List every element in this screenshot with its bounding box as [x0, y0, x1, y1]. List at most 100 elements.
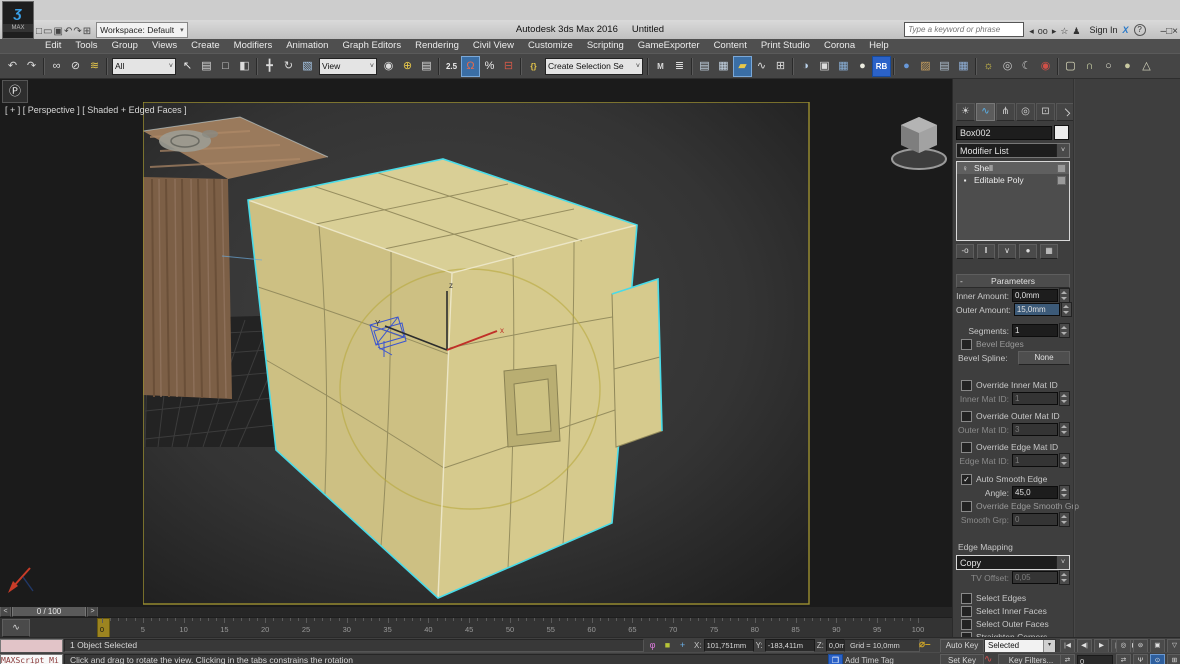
unlink-selection-icon[interactable]: ⊘ [66, 56, 85, 77]
select-and-scale-icon[interactable]: ▧ [298, 56, 317, 77]
snaps-toggle-2-5-icon[interactable]: 2.5 [442, 56, 461, 77]
menu-print-studio[interactable]: Print Studio [754, 39, 817, 53]
spinner-control[interactable] [1059, 485, 1070, 500]
checkbox-box[interactable] [961, 606, 972, 617]
spinner-snap-toggle-icon[interactable]: ⊟ [499, 56, 518, 77]
mirror-icon[interactable]: M [651, 56, 670, 77]
bind-to-space-warp-icon[interactable]: ≋ [85, 56, 104, 77]
selection-filter-dropdown[interactable]: All˅ [112, 58, 176, 75]
checkbox-box[interactable] [961, 411, 972, 422]
x-coordinate-field[interactable]: 101,751mm [704, 639, 754, 652]
checkbox-box[interactable] [961, 593, 972, 604]
menu-views[interactable]: Views [145, 39, 184, 53]
tab-modify[interactable]: ∿ [976, 103, 995, 121]
menu-gameexporter[interactable]: GameExporter [631, 39, 707, 53]
camera-icon[interactable]: ◎ [998, 56, 1017, 77]
add-time-tag[interactable]: Add Time Tag [845, 654, 925, 664]
table-pane-icon[interactable]: ▦ [954, 56, 973, 77]
current-frame-field[interactable]: 0 [1077, 655, 1113, 664]
spinner-control[interactable] [1059, 391, 1070, 406]
search-input[interactable] [904, 22, 1024, 37]
new-scene-button[interactable]: □ [36, 26, 42, 37]
redo-button[interactable]: ↷ [73, 26, 81, 37]
corona-dome-icon[interactable]: ∩ [1080, 56, 1099, 77]
zoom-extents-icon[interactable]: ▣ [1150, 639, 1165, 653]
edge-mapping-dropdown[interactable]: Copy˅ [956, 555, 1070, 570]
select-object-icon[interactable]: ↖ [178, 56, 197, 77]
corona-sphere-icon[interactable]: ○ [1099, 56, 1118, 77]
undo-icon[interactable]: ↶ [3, 56, 22, 77]
use-pivot-point-center-icon[interactable]: ◉ [379, 56, 398, 77]
save-file-button[interactable]: ▣ [54, 26, 63, 37]
orbit-icon[interactable]: ⊙ [1150, 654, 1165, 664]
menu-help[interactable]: Help [862, 39, 896, 53]
edit-named-selection-sets-icon[interactable]: {} [524, 56, 543, 77]
percent-snap-toggle-icon[interactable]: % [480, 56, 499, 77]
new-key-curve-icon[interactable]: ∿ [984, 654, 992, 664]
pan-view-icon[interactable]: Ψ [1133, 654, 1148, 664]
menu-rendering[interactable]: Rendering [408, 39, 466, 53]
bevel-spline-button[interactable]: None [1018, 351, 1070, 365]
spinner-control[interactable] [1059, 422, 1070, 437]
curve-editor-icon[interactable]: ∿ [752, 56, 771, 77]
value-field[interactable]: 3 [1012, 423, 1058, 436]
select-by-name-icon[interactable]: ▤ [197, 56, 216, 77]
checkbox-box[interactable] [961, 442, 972, 453]
menu-group[interactable]: Group [105, 39, 145, 53]
checkbox-override-edge-mat-id[interactable]: Override Edge Mat ID [961, 441, 1070, 453]
key-mode-toggle-icon[interactable]: ⇄ [1116, 654, 1131, 664]
user-icon[interactable]: ♟ [1072, 26, 1080, 36]
key-filters-button[interactable]: Key Filters... [998, 654, 1064, 664]
checkbox-box[interactable] [961, 619, 972, 630]
corona-cone-icon[interactable]: △ [1137, 56, 1156, 77]
tab-create[interactable]: ☀ [956, 103, 975, 121]
scene-explorer-icon[interactable]: ▦ [714, 56, 733, 77]
value-field[interactable]: 15,0mm [1014, 303, 1060, 316]
modifier-stack[interactable]: ♀Shell▪Editable Poly [956, 161, 1070, 241]
menu-corona[interactable]: Corona [817, 39, 862, 53]
absolute-offset-toggle-icon[interactable]: + [676, 639, 689, 651]
modifier-stack-item[interactable]: ▪Editable Poly [957, 174, 1069, 186]
modifier-toggle[interactable] [1057, 164, 1066, 173]
spinner-control[interactable] [1059, 570, 1070, 585]
select-and-link-icon[interactable]: ∞ [47, 56, 66, 77]
undo-button[interactable]: ↶ [64, 26, 72, 37]
macro-recorder-field[interactable] [0, 639, 63, 653]
value-field[interactable]: 0,0mm [1012, 289, 1058, 302]
corona-teapot-icon[interactable]: ● [1118, 56, 1137, 77]
checkbox-select-inner-faces[interactable]: Select Inner Faces [961, 605, 1070, 617]
render-rb-icon[interactable]: RB [872, 56, 891, 77]
checkbox-select-edges[interactable]: Select Edges [961, 592, 1070, 604]
material-editor-icon[interactable]: ◑ [796, 56, 815, 77]
play-button[interactable]: ▶ [1094, 639, 1109, 653]
go-to-start-button[interactable]: |◀ [1060, 639, 1075, 653]
checkbox-box[interactable] [961, 339, 972, 350]
modifier-toggle[interactable] [1057, 176, 1066, 185]
menu-create[interactable]: Create [184, 39, 227, 53]
search-go-icon[interactable]: oo [1038, 26, 1048, 36]
perspective-viewport[interactable]: z Y x [0, 79, 952, 605]
maxscript-mini-listener[interactable]: MAXScript Mi [0, 654, 63, 664]
key-set-dropdown[interactable]: Selected ▾ [984, 639, 1056, 653]
time-slider-handle[interactable]: 0 / 100 [12, 606, 86, 617]
rendered-frame-window-icon[interactable]: ▦ [834, 56, 853, 77]
value-field[interactable]: 0,05 [1012, 571, 1058, 584]
image-pane-icon[interactable]: ▨ [916, 56, 935, 77]
menu-edit[interactable]: Edit [38, 39, 68, 53]
track-bar[interactable]: ∿ 05101520253035404550556065707580859095… [0, 617, 952, 637]
previous-frame-button[interactable]: ◀| [1077, 639, 1092, 653]
checkbox-box[interactable]: ✓ [961, 474, 972, 485]
time-slider-track[interactable] [98, 606, 952, 617]
field-of-view-icon[interactable]: ▽ [1167, 639, 1180, 653]
application-menu-button[interactable]: ʒ MAX [2, 1, 34, 39]
list-pane-icon[interactable]: ▤ [935, 56, 954, 77]
spinner-control[interactable] [1059, 323, 1070, 338]
favorites-icon[interactable]: ☆ [1060, 26, 1068, 36]
spinner-control[interactable] [1059, 512, 1070, 527]
redo-icon[interactable]: ↷ [22, 56, 41, 77]
named-selection-sets-dropdown[interactable]: Create Selection Se˅ [545, 58, 643, 75]
checkbox-box[interactable] [961, 501, 972, 512]
modifier-list-dropdown[interactable]: Modifier List ˅ [956, 143, 1070, 158]
plugin-button[interactable]: Ⓟ [2, 80, 28, 103]
keyboard-shortcut-override-icon[interactable]: ▤ [417, 56, 436, 77]
